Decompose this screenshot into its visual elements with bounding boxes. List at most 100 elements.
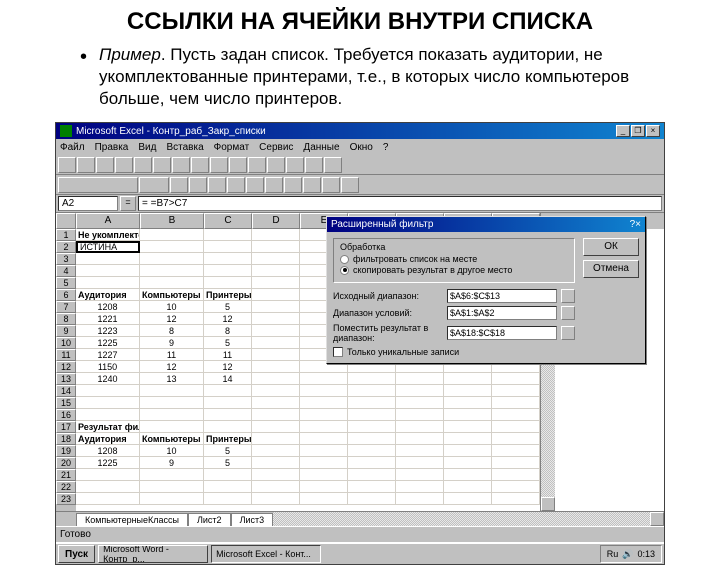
cell[interactable]: 10 xyxy=(140,301,204,313)
cell[interactable] xyxy=(300,457,348,469)
col-header[interactable]: A xyxy=(76,213,140,229)
toolbar-button[interactable] xyxy=(191,157,209,173)
row-header[interactable]: 14 xyxy=(56,385,76,397)
cell[interactable] xyxy=(252,301,300,313)
toolbar-button[interactable] xyxy=(139,177,169,193)
maximize-button[interactable]: ❐ xyxy=(631,125,645,137)
row-header[interactable]: 19 xyxy=(56,445,76,457)
cell[interactable] xyxy=(204,385,252,397)
formula-input[interactable]: = =B7>C7 xyxy=(138,196,662,211)
cell[interactable]: 5 xyxy=(204,457,252,469)
cell[interactable] xyxy=(300,433,348,445)
toolbar-button[interactable] xyxy=(227,177,245,193)
cell[interactable] xyxy=(492,409,540,421)
cell[interactable]: 12 xyxy=(140,361,204,373)
fx-button[interactable]: = xyxy=(120,196,136,211)
cell[interactable]: 12 xyxy=(204,361,252,373)
cell[interactable] xyxy=(300,409,348,421)
radio-filter-in-place[interactable]: фильтровать список на месте xyxy=(340,254,568,264)
cell[interactable]: Результат фильтрации xyxy=(76,421,140,433)
cell[interactable]: 11 xyxy=(140,349,204,361)
menu-file[interactable]: Файл xyxy=(60,142,85,153)
row-header[interactable]: 5 xyxy=(56,277,76,289)
cell[interactable]: Не укомплектованы принтерами xyxy=(76,229,140,241)
cell[interactable] xyxy=(348,493,396,505)
cell[interactable] xyxy=(252,481,300,493)
cell[interactable]: 12 xyxy=(204,313,252,325)
cell[interactable] xyxy=(492,373,540,385)
row-header[interactable]: 11 xyxy=(56,349,76,361)
cell[interactable] xyxy=(252,433,300,445)
cell[interactable]: Аудитория xyxy=(76,433,140,445)
cell[interactable] xyxy=(396,373,444,385)
cell[interactable]: 8 xyxy=(140,325,204,337)
cell[interactable] xyxy=(252,385,300,397)
cell[interactable] xyxy=(252,265,300,277)
row-header[interactable]: 12 xyxy=(56,361,76,373)
cell[interactable] xyxy=(252,373,300,385)
minimize-button[interactable]: _ xyxy=(616,125,630,137)
cell[interactable] xyxy=(76,385,140,397)
cell[interactable] xyxy=(348,409,396,421)
cell[interactable] xyxy=(348,373,396,385)
menu-view[interactable]: Вид xyxy=(138,142,156,153)
cell[interactable]: Принтеры xyxy=(204,289,252,301)
cell[interactable] xyxy=(140,253,204,265)
cell[interactable] xyxy=(396,397,444,409)
cell[interactable]: Принтеры xyxy=(204,433,252,445)
cell[interactable]: 13 xyxy=(140,373,204,385)
cell[interactable] xyxy=(348,421,396,433)
row-header[interactable]: 9 xyxy=(56,325,76,337)
select-all-corner[interactable] xyxy=(56,213,76,229)
toolbar-button[interactable] xyxy=(303,177,321,193)
toolbar-button[interactable] xyxy=(267,157,285,173)
cell[interactable] xyxy=(492,481,540,493)
toolbar-button[interactable] xyxy=(322,177,340,193)
cell[interactable] xyxy=(252,253,300,265)
cell[interactable] xyxy=(492,433,540,445)
cell[interactable] xyxy=(348,433,396,445)
cell[interactable] xyxy=(492,397,540,409)
menu-edit[interactable]: Правка xyxy=(95,142,129,153)
cell[interactable] xyxy=(300,421,348,433)
cell[interactable] xyxy=(396,445,444,457)
cell[interactable] xyxy=(300,493,348,505)
cell[interactable] xyxy=(492,385,540,397)
cell[interactable] xyxy=(396,481,444,493)
toolbar-button[interactable] xyxy=(284,177,302,193)
cell[interactable]: 1208 xyxy=(76,445,140,457)
radio-copy-elsewhere[interactable]: скопировать результат в другое место xyxy=(340,265,568,275)
cell[interactable] xyxy=(252,289,300,301)
range-picker-icon[interactable] xyxy=(561,326,575,340)
cell[interactable] xyxy=(76,265,140,277)
cell[interactable] xyxy=(140,493,204,505)
cell[interactable] xyxy=(300,397,348,409)
range-picker-icon[interactable] xyxy=(561,306,575,320)
cell[interactable]: 11 xyxy=(204,349,252,361)
cell[interactable] xyxy=(204,409,252,421)
cell[interactable]: 1221 xyxy=(76,313,140,325)
row-header[interactable]: 7 xyxy=(56,301,76,313)
cell[interactable]: 1225 xyxy=(76,457,140,469)
source-range-input[interactable]: $A$6:$C$13 xyxy=(447,289,557,303)
cell[interactable] xyxy=(492,421,540,433)
toolbar-button[interactable] xyxy=(170,177,188,193)
ok-button[interactable]: ОК xyxy=(583,238,639,256)
cell[interactable] xyxy=(76,469,140,481)
cell[interactable] xyxy=(252,421,300,433)
row-header[interactable]: 10 xyxy=(56,337,76,349)
cell[interactable] xyxy=(140,241,204,253)
cell[interactable]: 1240 xyxy=(76,373,140,385)
cell[interactable] xyxy=(204,229,252,241)
cell[interactable] xyxy=(300,469,348,481)
toolbar-button[interactable] xyxy=(248,157,266,173)
toolbar-button[interactable] xyxy=(246,177,264,193)
row-header[interactable]: 2 xyxy=(56,241,76,253)
cell[interactable] xyxy=(140,397,204,409)
cell[interactable] xyxy=(444,397,492,409)
menu-window[interactable]: Окно xyxy=(350,142,373,153)
cell[interactable] xyxy=(444,373,492,385)
toolbar-button[interactable] xyxy=(265,177,283,193)
cell[interactable] xyxy=(252,457,300,469)
cell[interactable] xyxy=(444,481,492,493)
